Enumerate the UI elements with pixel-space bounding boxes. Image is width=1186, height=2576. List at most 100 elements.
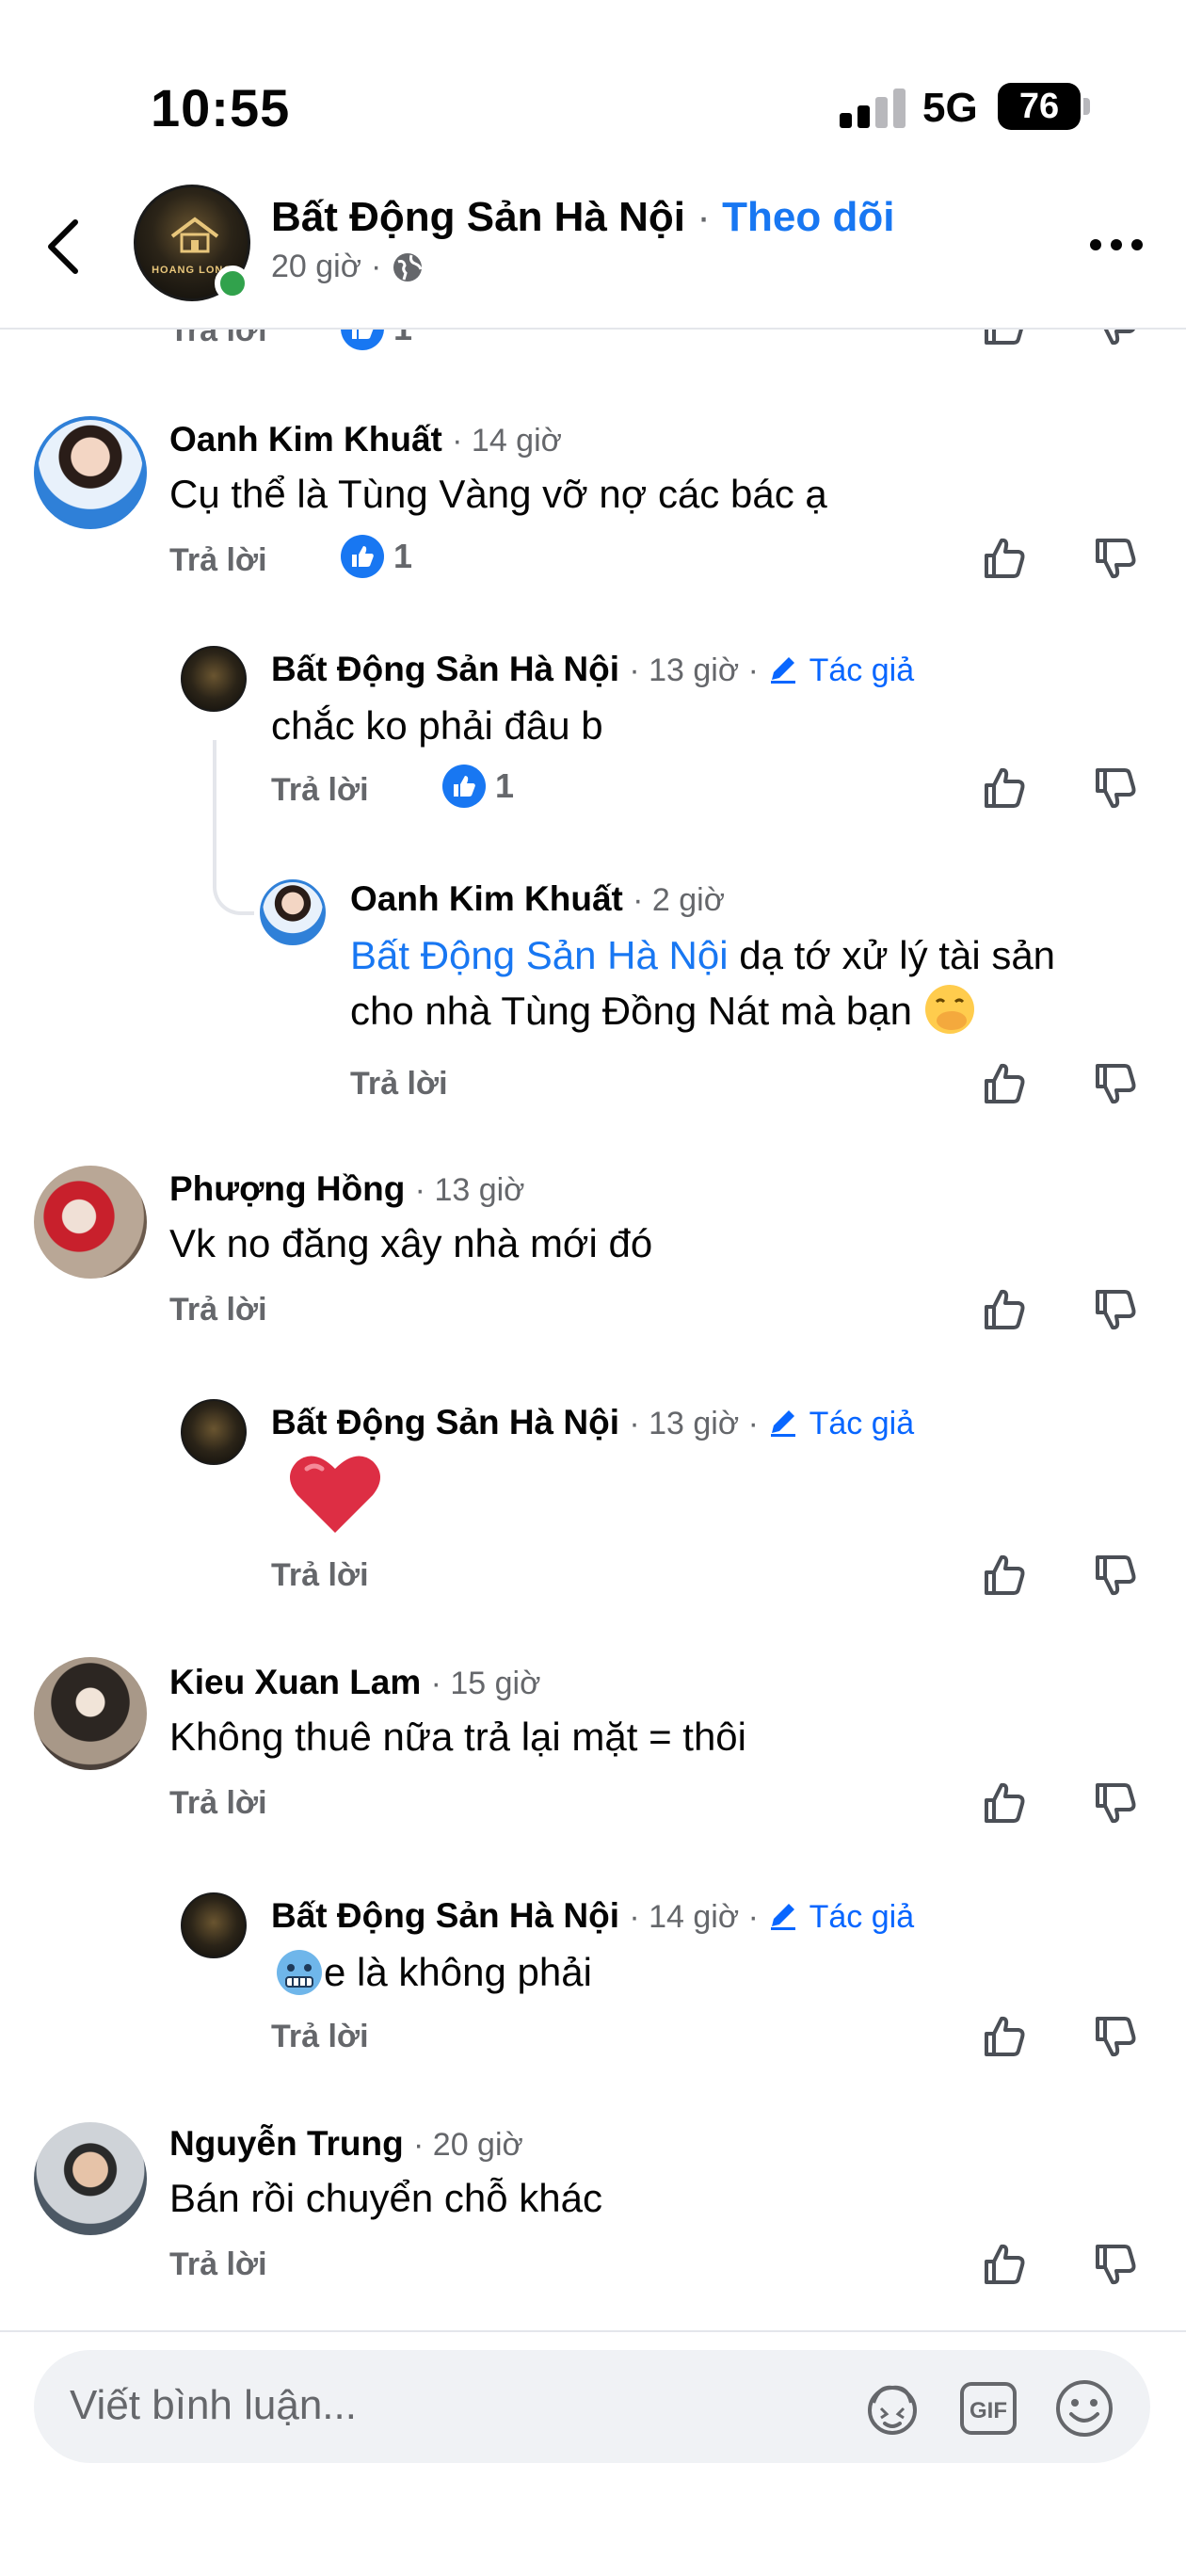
- like-button-icon[interactable]: [981, 1060, 1028, 1107]
- thread-connector: [213, 740, 254, 915]
- emoji-icon[interactable]: [1052, 2376, 1116, 2440]
- comment-text: Cụ thể là Tùng Vàng vỡ nợ các bác ạ: [169, 472, 827, 516]
- pencil-icon: [771, 1904, 796, 1930]
- dislike-button-icon[interactable]: [1092, 2013, 1139, 2060]
- reply-button[interactable]: Trả lời: [169, 2246, 267, 2283]
- time-value: 14 giờ: [471, 423, 562, 459]
- reply-button[interactable]: Trả lời: [169, 542, 267, 579]
- avatar-sticker-icon[interactable]: [860, 2376, 924, 2440]
- cellular-signal-icon: [840, 87, 907, 128]
- like-reaction-icon: [341, 535, 384, 578]
- reply-button[interactable]: Trả lời: [169, 1292, 267, 1328]
- author-name[interactable]: Bất Động Sản Hà Nội: [271, 1896, 619, 1935]
- cold-face-emoji-icon: [277, 1950, 322, 1995]
- time-value: 13 giờ: [649, 1406, 740, 1441]
- reply-button[interactable]: Trả lời: [271, 1557, 369, 1594]
- comment-author[interactable]: Nguyễn Trung · 20 giờ: [169, 2124, 523, 2164]
- author-avatar[interactable]: [181, 646, 247, 712]
- dislike-button-icon[interactable]: [1092, 1552, 1139, 1599]
- dislike-button-icon[interactable]: [1092, 535, 1139, 582]
- time-value: 14 giờ: [649, 1899, 740, 1935]
- time-value: 13 giờ: [649, 652, 740, 688]
- time-value: 20 giờ: [432, 2127, 523, 2163]
- reply-author[interactable]: Bất Động Sản Hà Nội · 14 giờ · Tác giả: [271, 1896, 914, 1936]
- like-count: 1: [341, 535, 412, 578]
- mention-link[interactable]: Bất Động Sản Hà Nội: [350, 933, 729, 977]
- red-heart-emoji-icon: [290, 1456, 380, 1533]
- time-value: 13 giờ: [434, 1172, 525, 1208]
- back-arrow-icon[interactable]: [38, 213, 94, 281]
- reply-author[interactable]: Bất Động Sản Hà Nội · 13 giờ · Tác giả: [271, 1403, 914, 1442]
- commenter-avatar[interactable]: [260, 879, 326, 945]
- pencil-icon: [771, 657, 796, 684]
- author-name[interactable]: Bất Động Sản Hà Nội: [271, 1403, 619, 1441]
- comment-author[interactable]: Kieu Xuan Lam · 15 giờ: [169, 1663, 540, 1702]
- reply-author[interactable]: Oanh Kim Khuất · 2 giờ: [350, 879, 725, 919]
- page-name[interactable]: Bất Động Sản Hà Nội: [271, 194, 685, 240]
- post-meta: 20 giờ ·: [271, 249, 425, 285]
- comment-time: · 13 giờ ·: [629, 1406, 768, 1441]
- battery-icon: 76: [998, 83, 1081, 130]
- like-button-icon[interactable]: [981, 535, 1028, 582]
- post-age: 20 giờ: [271, 249, 362, 284]
- comment-author[interactable]: Phượng Hồng · 13 giờ: [169, 1169, 524, 1209]
- like-button-icon[interactable]: [981, 1779, 1028, 1827]
- like-button-icon[interactable]: [981, 2241, 1028, 2288]
- commenter-avatar[interactable]: [34, 416, 147, 529]
- house-logo-icon: [170, 217, 219, 253]
- dislike-button-icon[interactable]: [1092, 2241, 1139, 2288]
- reply-text-continued: cho nhà Tùng Đồng Nát mà bạn: [350, 983, 976, 1038]
- reply-button[interactable]: Trả lời: [271, 2019, 369, 2055]
- comment-input[interactable]: Viết bình luận...: [70, 2382, 357, 2429]
- dislike-button-icon[interactable]: [1092, 765, 1139, 812]
- status-time: 10:55: [151, 78, 291, 137]
- reply-text: Bất Động Sản Hà Nội dạ tớ xử lý tài sản: [350, 928, 1055, 983]
- reply-button[interactable]: Trả lời: [169, 1785, 267, 1822]
- reply-text-line2: cho nhà Tùng Đồng Nát mà bạn: [350, 989, 912, 1033]
- comment-text: Không thuê nữa trả lại mặt = thôi: [169, 1715, 746, 1759]
- follow-button[interactable]: Theo dõi: [722, 194, 894, 240]
- gif-icon[interactable]: GIF: [956, 2376, 1020, 2440]
- like-count: 1: [442, 765, 514, 808]
- author-badge: Tác giả: [809, 652, 915, 688]
- reply-text: e là không phải: [275, 1945, 592, 2000]
- time-value: 15 giờ: [450, 1666, 541, 1701]
- reply-text-value: e là không phải: [324, 1950, 592, 1994]
- reply-text-line1: dạ tớ xử lý tài sản: [739, 933, 1056, 977]
- author-avatar[interactable]: [181, 1892, 247, 1958]
- comment-time: · 13 giờ ·: [629, 652, 768, 688]
- like-button-icon[interactable]: [981, 765, 1028, 812]
- dislike-button-icon[interactable]: [1092, 1286, 1139, 1333]
- comment: Phượng Hồng · 13 giờ Vk no đăng xây nhà …: [0, 1158, 1186, 1685]
- author-name[interactable]: Bất Động Sản Hà Nội: [271, 650, 619, 688]
- comment-text: Vk no đăng xây nhà mới đó: [169, 1221, 653, 1265]
- dislike-button-icon[interactable]: [1092, 1779, 1139, 1827]
- comment-time: · 13 giờ: [414, 1172, 525, 1208]
- author-name[interactable]: Oanh Kim Khuất: [350, 879, 623, 918]
- author-name[interactable]: Nguyễn Trung: [169, 2124, 404, 2163]
- like-button-icon[interactable]: [981, 2013, 1028, 2060]
- comment-time: · 2 giờ: [633, 882, 726, 918]
- comment-author[interactable]: Oanh Kim Khuất · 14 giờ: [169, 420, 562, 459]
- author-name[interactable]: Kieu Xuan Lam: [169, 1663, 421, 1701]
- author-badge: Tác giả: [809, 1406, 915, 1441]
- commenter-avatar[interactable]: [34, 2122, 147, 2235]
- comment-composer[interactable]: Viết bình luận... GIF: [34, 2350, 1150, 2463]
- author-name[interactable]: Oanh Kim Khuất: [169, 420, 442, 459]
- author-name[interactable]: Phượng Hồng: [169, 1169, 405, 1208]
- like-button-icon[interactable]: [981, 1286, 1028, 1333]
- reply-button[interactable]: Trả lời: [271, 772, 369, 809]
- like-count-value: 1: [495, 766, 515, 805]
- reply-author[interactable]: Bất Động Sản Hà Nội · 13 giờ · Tác giả: [271, 650, 914, 689]
- more-options-icon[interactable]: [1090, 235, 1146, 254]
- dislike-button-icon[interactable]: [1092, 1060, 1139, 1107]
- comment-text: Bán rồi chuyển chỗ khác: [169, 2176, 602, 2220]
- like-button-icon[interactable]: [981, 1552, 1028, 1599]
- reply-button[interactable]: Trả lời: [350, 1066, 448, 1103]
- commenter-avatar[interactable]: [34, 1657, 147, 1770]
- comment-time: · 14 giờ: [452, 423, 562, 459]
- comment: Nguyễn Trung · 20 giờ Bán rồi chuyển chỗ…: [0, 2118, 1186, 2326]
- commenter-avatar[interactable]: [34, 1166, 147, 1279]
- battery-cap: [1083, 98, 1090, 115]
- author-avatar[interactable]: [181, 1399, 247, 1465]
